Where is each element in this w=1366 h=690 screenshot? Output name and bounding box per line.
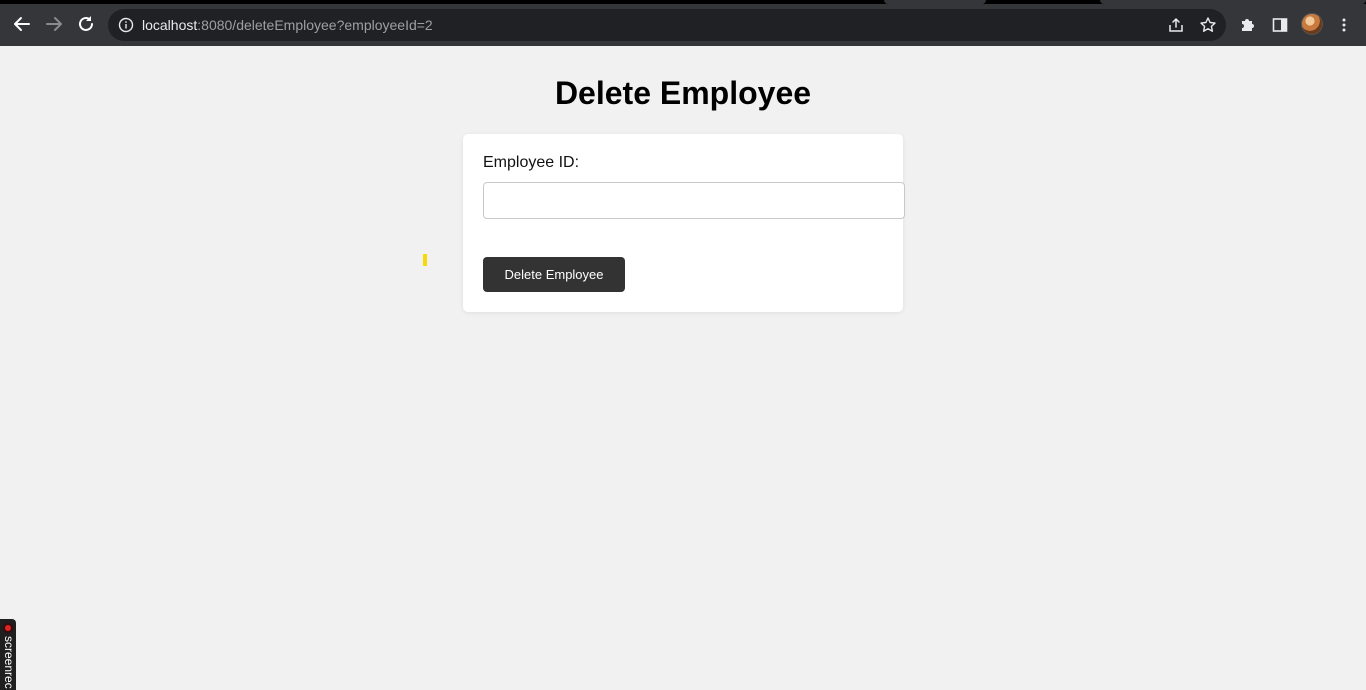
- arrow-right-icon: [46, 17, 62, 31]
- delete-employee-button[interactable]: Delete Employee: [483, 257, 625, 292]
- forward-button[interactable]: [40, 10, 68, 38]
- address-bar[interactable]: localhost:8080/deleteEmployee?employeeId…: [108, 9, 1226, 41]
- side-panel-button[interactable]: [1268, 13, 1292, 37]
- page-title: Delete Employee: [554, 75, 812, 111]
- browser-menu-button[interactable]: [1332, 13, 1356, 37]
- screen-recorder-badge[interactable]: screenrec: [0, 619, 16, 690]
- share-icon: [1169, 18, 1183, 32]
- url-path: :8080/deleteEmployee?employeeId=2: [197, 17, 433, 33]
- reload-button[interactable]: [72, 10, 100, 38]
- arrow-left-icon: [14, 17, 30, 31]
- url-host: localhost: [142, 17, 198, 33]
- side-panel-icon: [1272, 18, 1288, 32]
- avatar[interactable]: [1301, 13, 1323, 35]
- employee-id-label: Employee ID:: [483, 154, 580, 171]
- recorder-label: screenrec: [2, 636, 16, 689]
- delete-employee-form: Employee ID: Delete Employee: [463, 134, 905, 312]
- employee-id-input[interactable]: [483, 182, 905, 219]
- bookmark-button[interactable]: [1198, 15, 1218, 35]
- star-icon: [1200, 17, 1216, 32]
- reload-icon: [79, 16, 93, 31]
- text-cursor-marker: [423, 254, 427, 266]
- kebab-menu-icon: [1342, 18, 1346, 32]
- url-text[interactable]: localhost:8080/deleteEmployee?employeeId…: [142, 17, 433, 33]
- puzzle-icon: [1242, 19, 1254, 31]
- info-icon[interactable]: [118, 17, 134, 33]
- share-button[interactable]: [1166, 15, 1186, 35]
- extensions-button[interactable]: [1236, 13, 1260, 37]
- browser-toolbar: localhost:8080/deleteEmployee?employeeId…: [0, 4, 1366, 46]
- back-button[interactable]: [8, 10, 36, 38]
- record-icon: [3, 623, 13, 633]
